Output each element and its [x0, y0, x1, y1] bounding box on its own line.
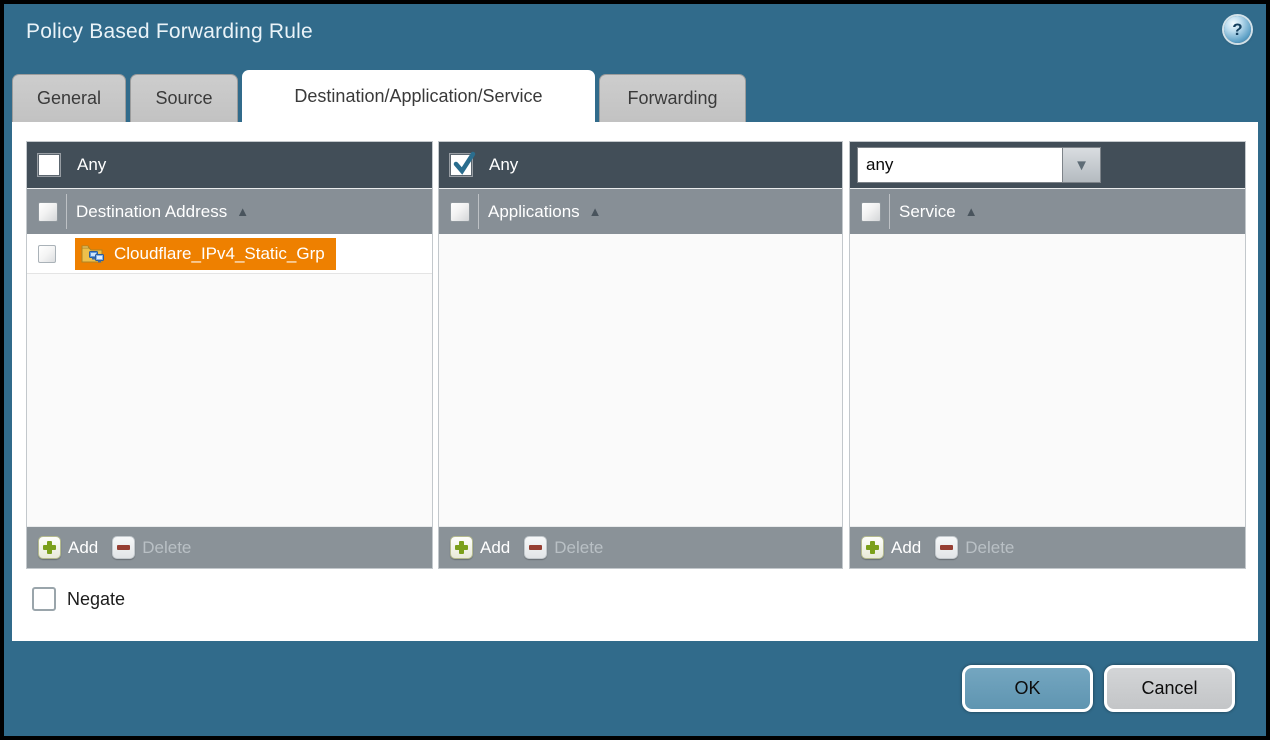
cancel-button[interactable]: Cancel: [1104, 665, 1235, 712]
destination-any-bar: Any: [27, 142, 432, 188]
ok-button[interactable]: OK: [962, 665, 1093, 712]
add-icon: [861, 536, 884, 559]
sort-asc-icon[interactable]: ▲: [965, 204, 978, 219]
sort-asc-icon[interactable]: ▲: [236, 204, 249, 219]
applications-any-label: Any: [489, 155, 518, 175]
tab-label: General: [37, 88, 101, 109]
service-panel: any ▼ Service ▲ Add Delete: [849, 141, 1246, 569]
service-dropdown-value[interactable]: any: [857, 147, 1063, 183]
service-dropdown-bar: any ▼: [850, 142, 1245, 188]
tab-source[interactable]: Source: [130, 74, 238, 122]
row-checkbox[interactable]: [38, 245, 56, 263]
applications-any-checkbox[interactable]: [450, 154, 472, 176]
delete-icon: [112, 536, 135, 559]
tab-label: Source: [155, 88, 212, 109]
service-list: [850, 234, 1245, 526]
delete-icon: [524, 536, 547, 559]
address-object-label: Cloudflare_IPv4_Static_Grp: [114, 244, 325, 264]
tab-label: Destination/Application/Service: [294, 86, 542, 107]
tab-forwarding[interactable]: Forwarding: [599, 74, 746, 122]
delete-label: Delete: [142, 538, 191, 558]
tab-label: Forwarding: [627, 88, 717, 109]
column-header-label: Service: [899, 202, 956, 222]
column-header-label: Destination Address: [76, 202, 227, 222]
tab-bar: General Source Destination/Application/S…: [12, 70, 750, 122]
service-column-header[interactable]: Service ▲: [850, 188, 1245, 234]
add-icon: [450, 536, 473, 559]
dialog-title: Policy Based Forwarding Rule: [26, 20, 313, 44]
table-row[interactable]: Cloudflare_IPv4_Static_Grp: [27, 234, 432, 274]
selected-address-object[interactable]: Cloudflare_IPv4_Static_Grp: [75, 238, 336, 270]
negate-row: Negate: [32, 586, 125, 612]
destination-address-panel: Any Destination Address ▲: [26, 141, 433, 569]
delete-button[interactable]: Delete: [524, 536, 603, 559]
policy-based-forwarding-dialog: Policy Based Forwarding Rule ? General S…: [4, 4, 1266, 736]
negate-label: Negate: [67, 589, 125, 610]
help-icon[interactable]: ?: [1224, 16, 1251, 43]
destination-any-checkbox[interactable]: [38, 154, 60, 176]
delete-label: Delete: [554, 538, 603, 558]
add-label: Add: [68, 538, 98, 558]
tab-content-panel: Any Destination Address ▲: [12, 122, 1258, 641]
delete-icon: [935, 536, 958, 559]
tab-destination-application-service[interactable]: Destination/Application/Service: [242, 70, 595, 122]
address-group-icon: [81, 244, 106, 264]
add-button[interactable]: Add: [38, 536, 98, 559]
chevron-down-icon: ▼: [1074, 157, 1089, 174]
delete-label: Delete: [965, 538, 1014, 558]
negate-checkbox[interactable]: [32, 587, 56, 611]
destination-address-list: Cloudflare_IPv4_Static_Grp: [27, 234, 432, 526]
add-icon: [38, 536, 61, 559]
destination-footer-bar: Add Delete: [27, 526, 432, 568]
applications-any-bar: Any: [439, 142, 842, 188]
column-header-label: Applications: [488, 202, 580, 222]
destination-any-label: Any: [77, 155, 106, 175]
applications-panel: Any Applications ▲ Add Delete: [438, 141, 843, 569]
destination-address-column-header[interactable]: Destination Address ▲: [27, 188, 432, 234]
tab-general[interactable]: General: [12, 74, 126, 122]
delete-button[interactable]: Delete: [935, 536, 1014, 559]
checkmark-icon: [451, 150, 477, 176]
add-label: Add: [891, 538, 921, 558]
sort-asc-icon[interactable]: ▲: [589, 204, 602, 219]
add-button[interactable]: Add: [861, 536, 921, 559]
applications-footer-bar: Add Delete: [439, 526, 842, 568]
add-label: Add: [480, 538, 510, 558]
delete-button[interactable]: Delete: [112, 536, 191, 559]
dropdown-arrow-button[interactable]: ▼: [1063, 147, 1101, 183]
service-footer-bar: Add Delete: [850, 526, 1245, 568]
applications-select-all-checkbox[interactable]: [450, 202, 470, 222]
add-button[interactable]: Add: [450, 536, 510, 559]
applications-column-header[interactable]: Applications ▲: [439, 188, 842, 234]
service-dropdown[interactable]: any ▼: [857, 147, 1101, 183]
service-select-all-checkbox[interactable]: [861, 202, 881, 222]
applications-list: [439, 234, 842, 526]
destination-select-all-checkbox[interactable]: [38, 202, 58, 222]
